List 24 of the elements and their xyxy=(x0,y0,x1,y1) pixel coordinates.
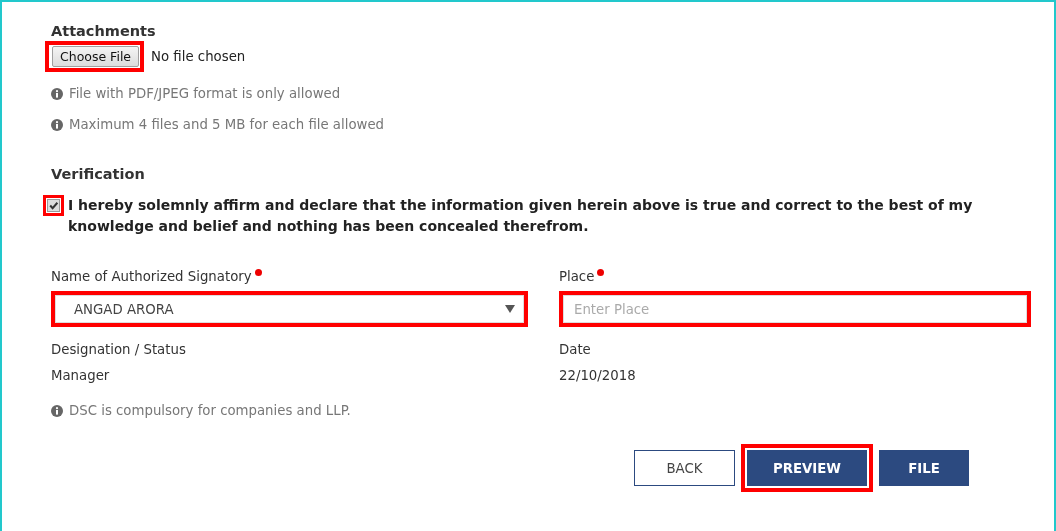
field-label: Place xyxy=(559,269,595,284)
field-value: 22/10/2018 xyxy=(559,368,637,383)
declaration-text: I hereby solemnly affirm and declare that the information given herein above is true and correct to the best of my knowledge and belief and nothing has been concealed therefrom. xyxy=(68,196,974,236)
field-label: Date xyxy=(559,342,592,359)
file-status-text: No file chosen xyxy=(151,48,246,64)
action-button[interactable]: PREVIEW xyxy=(747,450,867,486)
choose-file-button[interactable]: Choose File xyxy=(52,45,140,67)
place-input-field[interactable]: Enter Place xyxy=(563,295,1027,323)
caret-icon xyxy=(505,305,515,313)
action-button[interactable]: BACK xyxy=(634,450,735,486)
info-icon xyxy=(51,87,63,100)
section-heading: Verification xyxy=(51,165,146,183)
signatory-dropdown[interactable]: ANGAD ARORA xyxy=(55,295,524,323)
action-button[interactable]: FILE xyxy=(879,450,969,486)
field-value: Manager xyxy=(51,368,111,383)
field-label: Name of Authorized Signatory xyxy=(51,269,252,284)
info-text: Maximum 4 files and 5 MB for each file allowed xyxy=(69,117,385,132)
info-text: DSC is compulsory for companies and LLP. xyxy=(69,403,351,418)
section-heading: Attachments xyxy=(51,22,157,40)
dropdown-value: ANGAD ARORA xyxy=(74,301,174,317)
info-icon xyxy=(51,404,63,417)
info-icon xyxy=(51,118,63,131)
field-label: Designation / Status xyxy=(51,342,187,359)
info-text: File with PDF/JPEG format is only allowed xyxy=(69,86,341,101)
